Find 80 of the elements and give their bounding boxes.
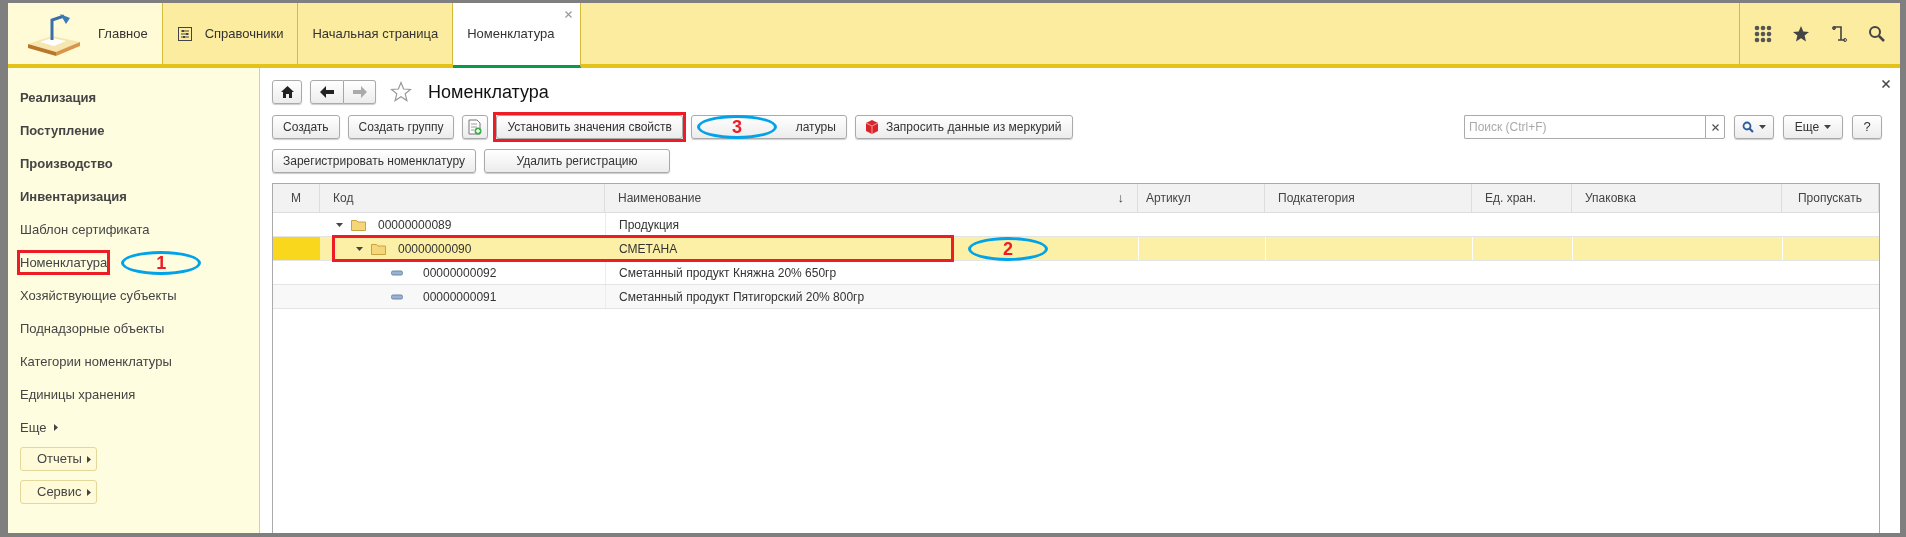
apps-grid-icon[interactable] <box>1754 24 1772 43</box>
arrow-right-icon <box>352 86 367 98</box>
name-cell: Продукция <box>605 213 1138 236</box>
sidebar-section[interactable]: Поступление <box>20 114 105 147</box>
sidebar-item[interactable]: Единицы хранения <box>20 378 136 411</box>
sidebar-section[interactable]: Инвентаризация <box>20 180 127 213</box>
name-cell: Сметанный продукт Княжна 20% 650гр <box>605 261 1138 284</box>
sidebar-button[interactable]: Сервис <box>20 480 97 504</box>
tab-label: Главное <box>98 24 148 43</box>
search-icon[interactable] <box>1868 24 1886 43</box>
toolbar-button[interactable]: Создать <box>272 115 340 139</box>
nav-tab[interactable]: Номенклатура <box>453 3 582 68</box>
sidebar-item[interactable]: Категории номенклатуры <box>20 345 172 378</box>
table-row[interactable]: 00000000089 Продукция <box>273 213 1879 237</box>
add-document-button[interactable] <box>462 115 489 139</box>
sidebar-item[interactable]: Хозяйствующие субъекты <box>20 279 177 312</box>
tab-label: Справочники <box>204 24 284 43</box>
table-row[interactable]: 00000000091 Сметанный продукт Пятигорский 20% 800гр <box>273 285 1879 309</box>
sort-arrow-icon: ↓ <box>1117 188 1124 208</box>
column-header[interactable]: Наименование ↓ <box>605 184 1138 212</box>
code-cell-text: 00000000089 <box>378 216 452 234</box>
caret-icon <box>1759 125 1766 129</box>
arrow-left-icon <box>320 86 334 98</box>
item-dash-icon <box>391 269 403 276</box>
annotation-number: 1 <box>121 250 202 275</box>
table-row[interactable]: 00000000092 Сметанный продукт Княжна 20% 650гр <box>273 261 1879 285</box>
folder-icon <box>371 242 386 255</box>
search-menu-button[interactable] <box>1734 115 1774 139</box>
table-row[interactable]: 00000000090 СМЕТАНА 2 <box>273 237 1879 261</box>
star-outline-icon[interactable] <box>390 81 412 103</box>
cube-icon <box>865 120 878 134</box>
column-header[interactable]: М <box>273 184 320 212</box>
sidebar-button[interactable]: Отчеты <box>20 447 97 471</box>
more-link[interactable]: Еще <box>20 411 59 444</box>
sidebar-section[interactable]: Производство <box>20 147 113 180</box>
code-cell-text: 00000000090 <box>398 240 472 258</box>
caret-icon <box>1824 125 1832 129</box>
expand-caret-icon[interactable] <box>356 246 363 251</box>
column-header[interactable]: Упаковка <box>1572 184 1782 212</box>
star-icon[interactable] <box>1792 24 1810 43</box>
folder-icon <box>351 218 366 231</box>
caret-icon <box>86 455 91 463</box>
caret-icon <box>54 424 59 431</box>
column-header[interactable]: Пропускать <box>1782 184 1879 212</box>
column-header[interactable]: Ед. хран. <box>1472 184 1572 212</box>
home-button[interactable] <box>272 80 302 104</box>
home-icon <box>280 86 294 98</box>
column-header[interactable]: Артикул <box>1138 184 1265 212</box>
expand-caret-icon[interactable] <box>336 222 343 227</box>
toolbar-button[interactable]: Зарегистрировать номенклатуру <box>272 149 476 173</box>
clear-button[interactable] <box>1705 115 1725 139</box>
list-settings-icon <box>176 25 193 42</box>
name-cell: Сметанный продукт Пятигорский 20% 800гр <box>605 285 1138 308</box>
add-document-icon <box>468 119 483 135</box>
toolbar-button[interactable]: Установить значения свойств <box>496 115 683 139</box>
tab-label: Начальная страница <box>312 24 439 43</box>
clear-icon <box>1711 123 1719 131</box>
request-data-button[interactable]: Запросить данные из меркурий <box>854 115 1073 139</box>
sidebar-section[interactable]: Реализация <box>20 81 97 114</box>
nav-tab[interactable]: Главное <box>8 3 163 64</box>
tab-label: Номенклатура <box>467 25 555 44</box>
close-icon[interactable] <box>1882 80 1890 88</box>
column-header[interactable]: Код <box>320 184 605 212</box>
more-button[interactable]: Еще <box>1783 115 1843 139</box>
scroll-icon[interactable] <box>1830 24 1848 43</box>
form-title: Номенклатура <box>428 80 549 104</box>
item-dash-icon <box>391 293 403 300</box>
column-header[interactable]: Подкатегория <box>1265 184 1472 212</box>
help-button[interactable]: ? <box>1852 115 1882 139</box>
caret-icon <box>86 488 91 496</box>
back-button[interactable] <box>310 80 344 104</box>
search-icon <box>1742 121 1754 133</box>
toolbar-button[interactable]: Создать группу <box>347 115 455 139</box>
sidebar-item[interactable]: Шаблон сертификата <box>20 213 150 246</box>
toolbar-button[interactable]: Удалить регистрацию <box>484 149 670 173</box>
code-cell-text: 00000000092 <box>423 264 497 282</box>
sidebar-item[interactable]: Поднадзорные объекты <box>20 312 165 345</box>
column-label: Наименование <box>618 190 702 207</box>
code-cell-text: 00000000091 <box>423 288 497 306</box>
search-field[interactable]: Поиск (Ctrl+F) <box>1464 115 1705 139</box>
